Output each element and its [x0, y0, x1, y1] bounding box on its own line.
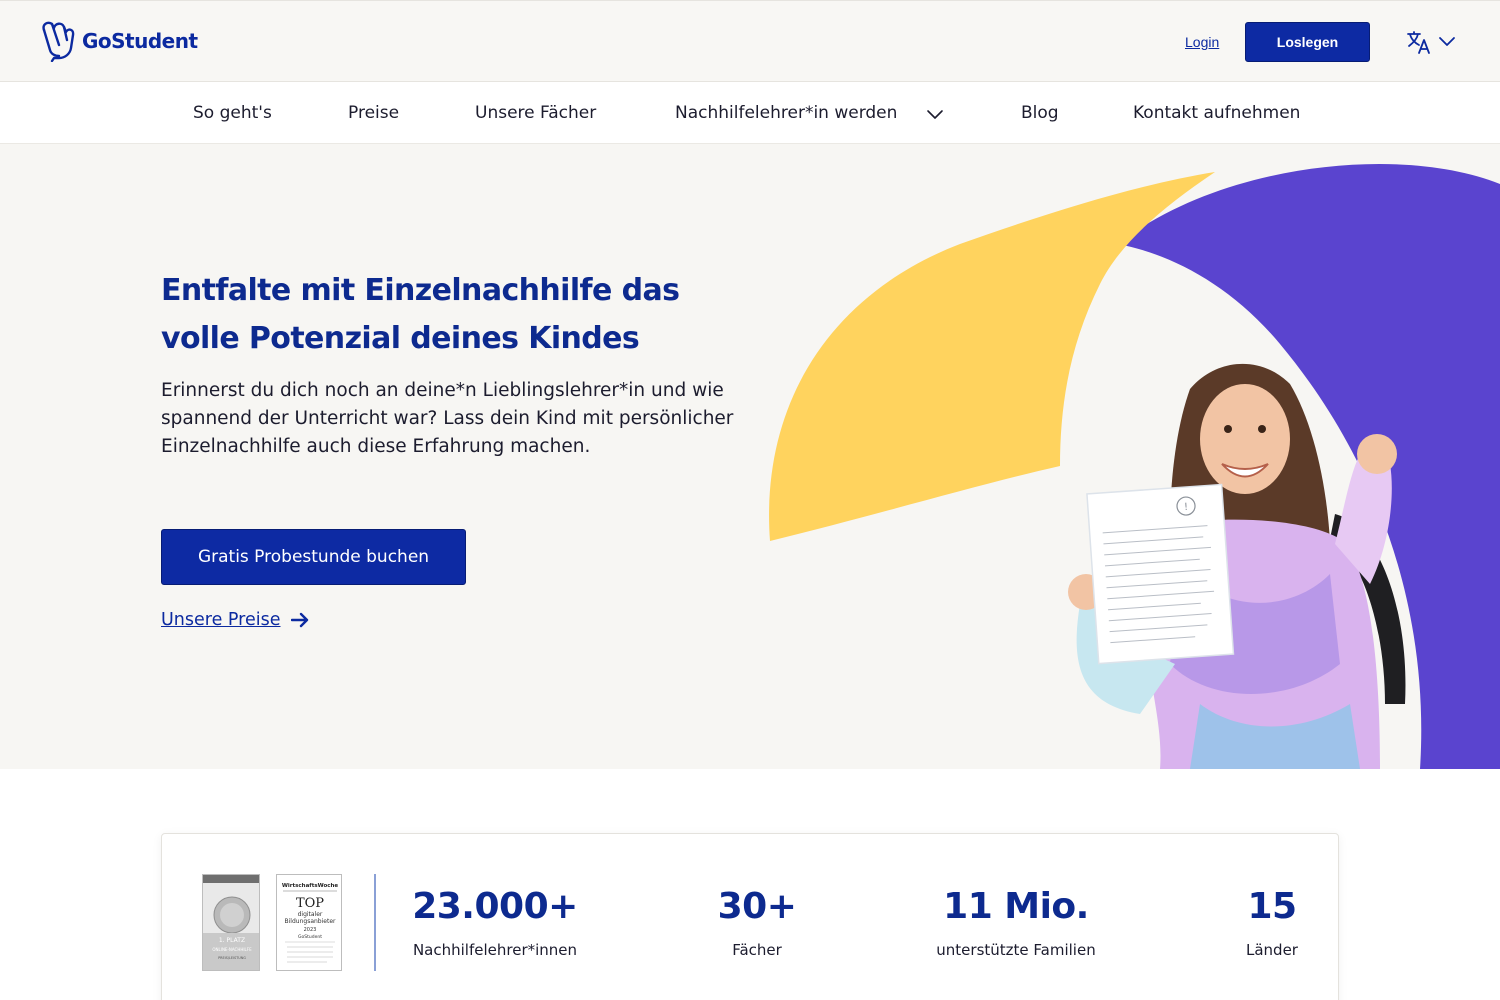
stat-label: unterstützte Familien [936, 941, 1096, 959]
badge2-line2: digitaler [298, 911, 323, 918]
arrow-right-icon [290, 612, 308, 628]
wiwo-seal-icon: WirtschaftsWoche TOP digitaler Bildungsa… [282, 883, 339, 963]
stat-countries: 15 Länder [1222, 886, 1322, 959]
stat-value: 15 [1247, 886, 1297, 927]
top-header: GoStudent Login Loslegen [0, 0, 1500, 82]
badge2-line1: TOP [296, 896, 324, 911]
badge2-year: 2023 [304, 927, 317, 933]
badge2-publisher: WirtschaftsWoche [282, 883, 339, 889]
hero-subtitle: Erinnerst du dich noch an deine*n Liebli… [161, 380, 734, 457]
stat-subjects: 30+ Fächer [706, 886, 808, 959]
paper-mark: ! [1184, 502, 1189, 513]
stat-label: Länder [1246, 941, 1298, 959]
nav-item-become-tutor[interactable]: Nachhilfelehrer*in werden [675, 103, 897, 123]
stat-value: 23.000+ [412, 886, 578, 927]
stat-label: Nachhilfelehrer*innen [412, 941, 578, 959]
book-trial-button[interactable]: Gratis Probestunde buchen [161, 529, 466, 585]
main-nav: So geht's Preise Unsere Fächer Nachhilfe… [0, 82, 1500, 144]
translate-icon [1407, 31, 1430, 54]
nav-item-prices[interactable]: Preise [348, 103, 399, 123]
get-started-button[interactable]: Loslegen [1245, 22, 1370, 62]
prices-link[interactable]: Unsere Preise [161, 610, 309, 630]
badge1-line3: PREIS/LEISTUNG [218, 956, 246, 960]
nav-item-subjects[interactable]: Unsere Fächer [475, 103, 596, 123]
gostudent-logo-icon [42, 21, 75, 62]
chevron-down-icon [1439, 37, 1455, 46]
stat-value: 11 Mio. [943, 886, 1089, 927]
stat-label: Fächer [732, 941, 782, 959]
stats-divider [374, 874, 376, 971]
badge1-line1: 1. PLATZ [219, 937, 245, 944]
prices-link-label: Unsere Preise [161, 610, 281, 630]
nav-item-how-it-works[interactable]: So geht's [193, 103, 272, 123]
logo-text: GoStudent [82, 29, 198, 53]
badge2-brand: GoStudent [298, 934, 322, 940]
hero-section: ! Entfalte mit Einzelnachhilfe das volle… [0, 144, 1500, 769]
stat-families: 11 Mio. unterstützte Familien [916, 886, 1116, 959]
language-selector[interactable] [1406, 29, 1456, 55]
stat-value: 30+ [717, 886, 797, 927]
stat-tutors: 23.000+ Nachhilfelehrer*innen [395, 886, 595, 959]
logo[interactable]: GoStudent [38, 20, 198, 62]
login-link[interactable]: Login [1185, 34, 1219, 50]
nav-item-contact[interactable]: Kontakt aufnehmen [1133, 103, 1300, 123]
badge1-line2: ONLINE-NACHHILFE [212, 947, 252, 952]
award-seal-icon: 1. PLATZ ONLINE-NACHHILFE PREIS/LEISTUNG [203, 875, 259, 970]
hero-title: Entfalte mit Einzelnachhilfe das volle P… [161, 273, 680, 356]
stats-card: 1. PLATZ ONLINE-NACHHILFE PREIS/LEISTUNG… [161, 833, 1339, 1000]
award-badge: 1. PLATZ ONLINE-NACHHILFE PREIS/LEISTUNG [202, 874, 260, 971]
wiwo-badge: WirtschaftsWoche TOP digitaler Bildungsa… [276, 874, 342, 971]
badge2-line3: Bildungsanbieter [285, 918, 336, 925]
nav-item-blog[interactable]: Blog [1021, 103, 1059, 123]
chevron-down-icon[interactable] [926, 109, 944, 121]
